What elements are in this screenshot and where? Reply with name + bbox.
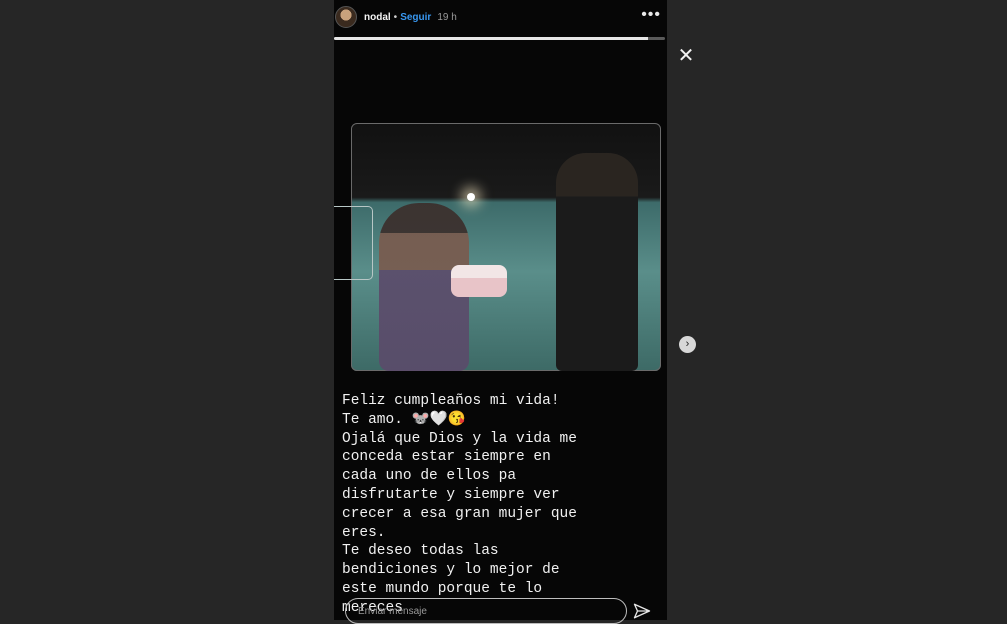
story-header: nodal • Seguir 19 h ••• xyxy=(334,0,667,34)
follow-button[interactable]: Seguir xyxy=(400,12,431,23)
separator: • xyxy=(393,11,398,23)
timestamp: 19 h xyxy=(437,11,457,23)
next-arrow-icon[interactable]: › xyxy=(679,336,696,353)
story-progress-fill xyxy=(334,37,649,40)
story-meta: nodal • Seguir 19 h xyxy=(364,12,457,23)
story-photo xyxy=(351,123,661,371)
story-progress-bar xyxy=(334,37,665,40)
photo-frame-edge xyxy=(334,206,373,280)
username[interactable]: nodal xyxy=(364,12,391,23)
person-man xyxy=(556,153,638,371)
avatar[interactable] xyxy=(335,6,357,28)
send-icon[interactable] xyxy=(633,602,651,620)
more-options-icon[interactable]: ••• xyxy=(641,7,661,23)
birthday-cake xyxy=(451,265,507,297)
story-caption: Feliz cumpleaños mi vida! Te amo. 🐭🤍😘 Oj… xyxy=(342,393,577,616)
close-icon[interactable]: ✕ xyxy=(677,46,695,66)
reply-input[interactable] xyxy=(345,598,627,624)
light-spot xyxy=(467,193,475,201)
